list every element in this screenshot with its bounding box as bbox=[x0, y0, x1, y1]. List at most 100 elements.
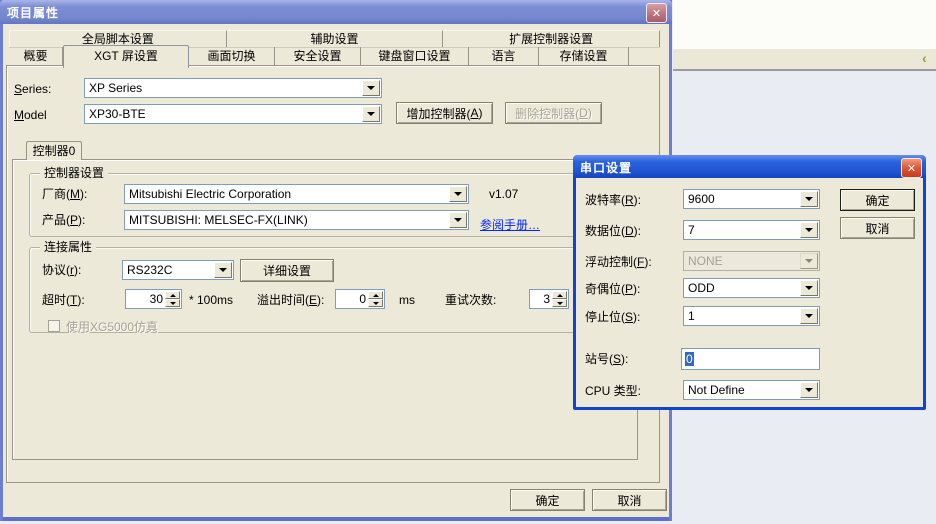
detail-settings-button[interactable]: 详细设置 bbox=[240, 259, 334, 282]
tab-extended-controller[interactable]: 扩展控制器设置 bbox=[443, 30, 660, 47]
dropdown-arrow-icon bbox=[367, 112, 375, 116]
retry-count-value: 3 bbox=[543, 292, 550, 306]
protocol-combo[interactable]: RS232C bbox=[122, 260, 234, 280]
model-combo[interactable]: XP30-BTE bbox=[84, 104, 382, 124]
refer-manual-link[interactable]: 参阅手册… bbox=[480, 218, 540, 232]
retry-count-label: 重试次数: bbox=[445, 293, 496, 307]
tab-strip-row2: 概要 XGT 屏设置 画面切换 安全设置 键盘窗口设置 语言 存储设置 bbox=[9, 47, 660, 66]
tab-summary[interactable]: 概要 bbox=[9, 47, 63, 66]
flow-control-combo: NONE bbox=[683, 251, 820, 271]
stop-bits-combo[interactable]: 1 bbox=[683, 306, 820, 326]
vendor-value: Mitsubishi Electric Corporation bbox=[129, 187, 449, 201]
main-ok-button[interactable]: 确定 bbox=[510, 489, 585, 511]
controller-settings-group-title: 控制器设置 bbox=[40, 166, 108, 180]
baud-rate-label: 波特率(R): bbox=[585, 193, 641, 207]
connection-properties-group: 连接属性 协议(r): RS232C 详细设置 超时(T): 30 * 100m… bbox=[29, 247, 627, 333]
product-label: 产品(P): bbox=[42, 213, 85, 227]
stop-bits-label: 停止位(S): bbox=[585, 310, 640, 324]
data-bits-value: 7 bbox=[688, 223, 800, 237]
dropdown-arrow-icon bbox=[367, 86, 375, 90]
dropdown-arrow-icon bbox=[805, 197, 813, 201]
model-value: XP30-BTE bbox=[89, 107, 362, 121]
toolbar-overflow-chevron-icon[interactable]: ‹ bbox=[922, 49, 927, 67]
baud-rate-combo[interactable]: 9600 bbox=[683, 189, 820, 209]
parity-dropdown-button[interactable] bbox=[800, 280, 818, 296]
baud-rate-value: 9600 bbox=[688, 192, 800, 206]
serial-ok-button[interactable]: 确定 bbox=[840, 189, 915, 211]
serial-cancel-button[interactable]: 取消 bbox=[840, 217, 915, 239]
data-bits-dropdown-button[interactable] bbox=[800, 222, 818, 238]
dropdown-arrow-icon bbox=[805, 228, 813, 232]
stop-bits-dropdown-button[interactable] bbox=[800, 308, 818, 324]
main-dialog-title: 项目属性 bbox=[7, 4, 59, 21]
parity-combo[interactable]: ODD bbox=[683, 278, 820, 298]
dropdown-arrow-icon bbox=[454, 192, 462, 196]
retry-up-button[interactable] bbox=[552, 291, 567, 299]
add-controller-button[interactable]: 增加控制器(A) bbox=[396, 102, 493, 124]
data-bits-combo[interactable]: 7 bbox=[683, 220, 820, 240]
spin-down-icon bbox=[557, 302, 563, 305]
tab-storage[interactable]: 存储设置 bbox=[539, 47, 629, 66]
controller0-tab[interactable]: 控制器0 bbox=[26, 141, 82, 160]
main-dialog-titlebar[interactable]: 项目属性 ✕ bbox=[0, 0, 672, 24]
timeout-spinner[interactable]: 30 bbox=[125, 289, 182, 309]
product-combo[interactable]: MITSUBISHI: MELSEC-FX(LINK) bbox=[124, 210, 469, 230]
tab-security[interactable]: 安全设置 bbox=[275, 47, 361, 66]
spin-up-icon bbox=[373, 294, 379, 297]
screen: ‹ 项目属性 ✕ 全局脚本设置 辅助设置 扩展控制器设置 概要 XGT 屏设置 … bbox=[0, 0, 936, 524]
main-close-icon[interactable]: ✕ bbox=[646, 3, 667, 23]
overflow-time-label: 溢出时间(E): bbox=[257, 293, 324, 307]
series-label: Series: bbox=[14, 82, 51, 96]
tab-auxiliary[interactable]: 辅助设置 bbox=[227, 30, 444, 47]
dropdown-arrow-icon bbox=[805, 259, 813, 263]
cpu-type-dropdown-button[interactable] bbox=[800, 382, 818, 398]
spin-down-icon bbox=[170, 302, 176, 305]
retry-count-spinner[interactable]: 3 bbox=[529, 289, 569, 309]
tab-language[interactable]: 语言 bbox=[469, 47, 539, 66]
product-dropdown-button[interactable] bbox=[449, 212, 467, 228]
spin-up-icon bbox=[557, 294, 563, 297]
model-label: Model bbox=[14, 108, 47, 122]
dropdown-arrow-icon bbox=[454, 218, 462, 222]
flow-dropdown-button bbox=[800, 253, 818, 269]
timeout-down-button[interactable] bbox=[165, 299, 180, 307]
timeout-value: 30 bbox=[150, 292, 163, 306]
tab-xgt-panel-settings[interactable]: XGT 屏设置 bbox=[63, 45, 189, 68]
cpu-type-label: CPU 类型: bbox=[585, 384, 641, 398]
series-dropdown-button[interactable] bbox=[362, 80, 380, 96]
controller0-page: 控制器设置 厂商(M): Mitsubishi Electric Corpora… bbox=[12, 159, 638, 460]
flow-control-value: NONE bbox=[688, 254, 800, 268]
model-dropdown-button[interactable] bbox=[362, 106, 380, 122]
serial-close-icon[interactable]: ✕ bbox=[901, 158, 922, 178]
tab-screen-switch[interactable]: 画面切换 bbox=[189, 47, 275, 66]
data-bits-label: 数据位(D): bbox=[585, 224, 641, 238]
tab-key-window[interactable]: 键盘窗口设置 bbox=[361, 47, 469, 66]
protocol-dropdown-button[interactable] bbox=[214, 262, 232, 278]
parity-label: 奇偶位(P): bbox=[585, 282, 640, 296]
toolbar-strip bbox=[673, 48, 936, 71]
overflow-up-button[interactable] bbox=[368, 291, 383, 299]
vendor-label: 厂商(M): bbox=[42, 187, 87, 201]
cpu-type-combo[interactable]: Not Define bbox=[683, 380, 820, 400]
vendor-dropdown-button[interactable] bbox=[449, 186, 467, 202]
project-properties-dialog: 项目属性 ✕ 全局脚本设置 辅助设置 扩展控制器设置 概要 XGT 屏设置 画面… bbox=[0, 0, 672, 521]
retry-down-button[interactable] bbox=[552, 299, 567, 307]
baud-dropdown-button[interactable] bbox=[800, 191, 818, 207]
overflow-time-value: 0 bbox=[359, 292, 366, 306]
main-cancel-button[interactable]: 取消 bbox=[592, 489, 667, 511]
timeout-up-button[interactable] bbox=[165, 291, 180, 299]
vendor-combo[interactable]: Mitsubishi Electric Corporation bbox=[124, 184, 469, 204]
series-combo[interactable]: XP Series bbox=[84, 78, 382, 98]
station-number-input[interactable]: 0 bbox=[681, 348, 820, 370]
delete-controller-button: 删除控制器(D) bbox=[505, 102, 602, 124]
protocol-label: 协议(r): bbox=[42, 263, 81, 277]
station-number-value: 0 bbox=[685, 352, 694, 366]
dropdown-arrow-icon bbox=[805, 286, 813, 290]
overflow-time-spinner[interactable]: 0 bbox=[335, 289, 385, 309]
driver-version: v1.07 bbox=[489, 187, 518, 201]
serial-dialog-titlebar[interactable]: 串口设置 ✕ bbox=[573, 155, 926, 178]
overflow-down-button[interactable] bbox=[368, 299, 383, 307]
station-number-label: 站号(S): bbox=[585, 352, 628, 366]
timeout-label: 超时(T): bbox=[42, 293, 85, 307]
controller-settings-group: 控制器设置 厂商(M): Mitsubishi Electric Corpora… bbox=[29, 173, 627, 237]
